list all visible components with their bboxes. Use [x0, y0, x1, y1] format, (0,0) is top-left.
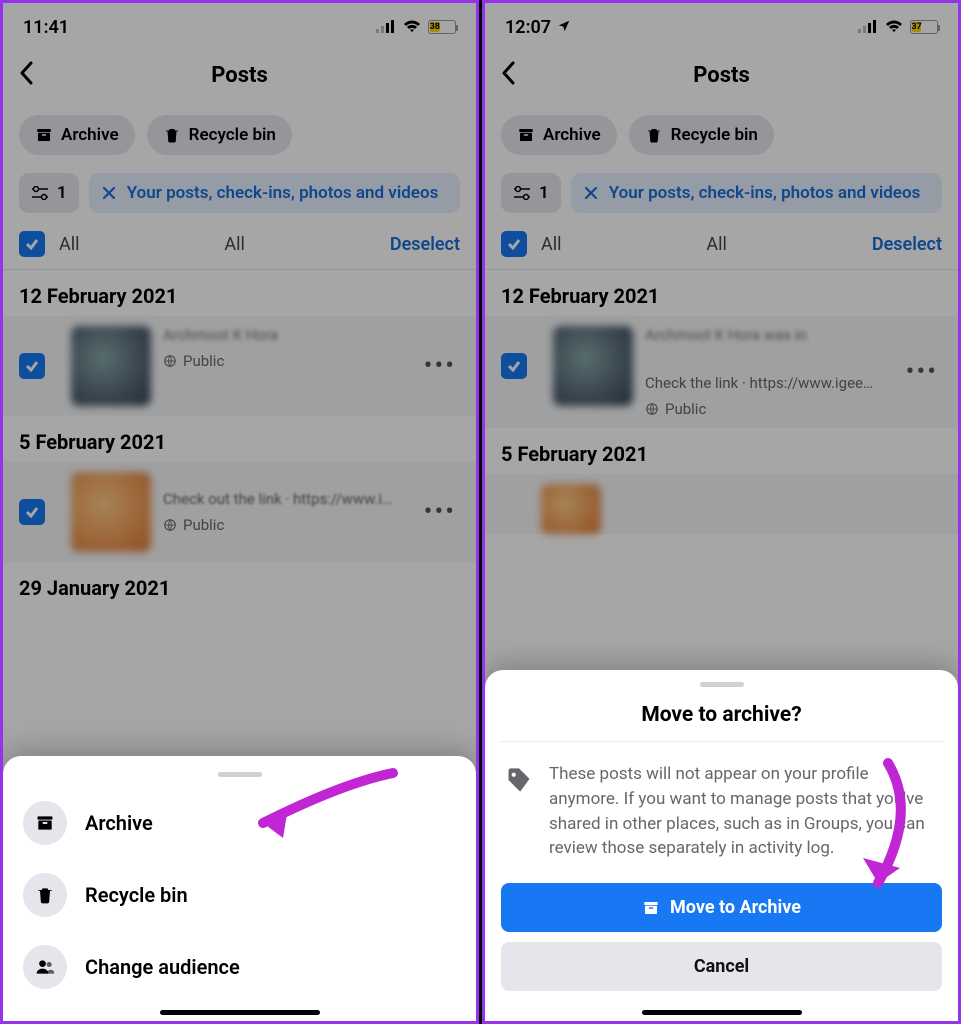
post-checkbox[interactable] [19, 353, 45, 379]
filter-row: 1 Your posts, check-ins, photos and vide… [3, 169, 476, 225]
page-header: Posts [3, 51, 476, 101]
archive-icon [23, 801, 67, 845]
globe-icon [163, 518, 177, 532]
archive-chip[interactable]: Archive [19, 115, 135, 155]
page-title: Posts [211, 63, 268, 88]
more-icon[interactable]: ••• [424, 351, 456, 381]
sheet-grabber[interactable] [700, 682, 744, 687]
close-icon[interactable] [101, 185, 117, 201]
page-title: Posts [693, 63, 750, 88]
post-checkbox[interactable] [19, 499, 45, 525]
screenshot-left: 11:41 38 Posts Archive [0, 0, 479, 1024]
back-icon[interactable] [501, 59, 515, 92]
filter-row: 1 Your posts, check-ins, photos and vide… [485, 169, 958, 225]
trash-icon [163, 126, 181, 144]
filter-count-chip[interactable]: 1 [501, 173, 561, 213]
date-header: 12 February 2021 [3, 270, 476, 316]
post-row-partial[interactable] [485, 474, 958, 534]
select-row: All All Deselect [485, 225, 958, 270]
status-bar: 12:07 37 [485, 3, 958, 51]
post-privacy: Public [163, 516, 460, 534]
date-header: 5 February 2021 [3, 416, 476, 462]
post-thumbnail [553, 326, 633, 406]
filter-chips: Archive Recycle bin [485, 101, 958, 169]
post-privacy: Public [163, 352, 460, 370]
battery-icon: 37 [910, 20, 938, 34]
filter-chips: Archive Recycle bin [3, 101, 476, 169]
post-snippet: Check the link · https://www.igee… [645, 374, 942, 392]
globe-icon [163, 354, 177, 368]
audience-icon [23, 945, 67, 989]
post-checkbox[interactable] [501, 353, 527, 379]
date-header: 29 January 2021 [3, 562, 476, 608]
battery-icon: 38 [428, 20, 456, 34]
annotation-arrow [818, 753, 928, 913]
signal-icon [858, 17, 878, 38]
date-header: 5 February 2021 [485, 428, 958, 474]
more-icon[interactable]: ••• [906, 357, 938, 387]
post-author: Archmoot K Hora [163, 326, 460, 344]
select-all-label: All [59, 234, 80, 255]
sliders-icon [513, 186, 531, 200]
post-row[interactable]: Archmoot K Hora was in Check the link · … [485, 316, 958, 428]
post-thumbnail [71, 326, 151, 406]
location-icon [557, 17, 571, 38]
trash-icon [23, 873, 67, 917]
trash-icon [645, 126, 663, 144]
filter-banner[interactable]: Your posts, check-ins, photos and videos [571, 173, 942, 213]
confirm-title: Move to archive? [499, 697, 944, 742]
archive-icon [35, 126, 53, 144]
status-time: 12:07 [505, 17, 551, 38]
deselect-button[interactable]: Deselect [872, 234, 942, 255]
page-header: Posts [485, 51, 958, 101]
filter-count-chip[interactable]: 1 [19, 173, 79, 213]
post-thumbnail [541, 484, 601, 534]
signal-icon [376, 17, 396, 38]
archive-icon [642, 899, 660, 917]
home-indicator[interactable] [642, 1010, 802, 1015]
close-icon[interactable] [583, 185, 599, 201]
deselect-button[interactable]: Deselect [390, 234, 460, 255]
back-icon[interactable] [19, 59, 33, 92]
wifi-icon [402, 17, 422, 38]
status-time: 11:41 [23, 17, 69, 38]
post-row[interactable]: Archmoot K Hora Public ••• [3, 316, 476, 416]
annotation-arrow [233, 763, 413, 863]
select-row: All All Deselect [3, 225, 476, 270]
archive-chip[interactable]: Archive [501, 115, 617, 155]
post-row[interactable]: Check out the link · https://www.i… Publ… [3, 462, 476, 562]
select-all-checkbox[interactable] [501, 231, 527, 257]
more-icon[interactable]: ••• [424, 497, 456, 527]
archive-icon [517, 126, 535, 144]
sliders-icon [31, 186, 49, 200]
date-header: 12 February 2021 [485, 270, 958, 316]
filter-banner[interactable]: Your posts, check-ins, photos and videos [89, 173, 460, 213]
select-mid-label: All [562, 234, 872, 255]
status-bar: 11:41 38 [3, 3, 476, 51]
home-indicator[interactable] [160, 1010, 320, 1015]
wifi-icon [884, 17, 904, 38]
select-all-checkbox[interactable] [19, 231, 45, 257]
recycle-chip[interactable]: Recycle bin [147, 115, 292, 155]
screenshot-right: 12:07 37 Posts [482, 0, 961, 1024]
cancel-button[interactable]: Cancel [501, 942, 942, 991]
post-privacy: Public [645, 400, 942, 418]
post-thumbnail [71, 472, 151, 552]
post-author: Archmoot K Hora was in [645, 326, 942, 344]
recycle-chip[interactable]: Recycle bin [629, 115, 774, 155]
sheet-audience-item[interactable]: Change audience [3, 931, 476, 1003]
tag-icon [505, 766, 533, 794]
globe-icon [645, 402, 659, 416]
post-snippet: Check out the link · https://www.i… [163, 490, 460, 508]
select-all-label: All [541, 234, 562, 255]
sheet-recycle-item[interactable]: Recycle bin [3, 859, 476, 931]
select-mid-label: All [80, 234, 390, 255]
